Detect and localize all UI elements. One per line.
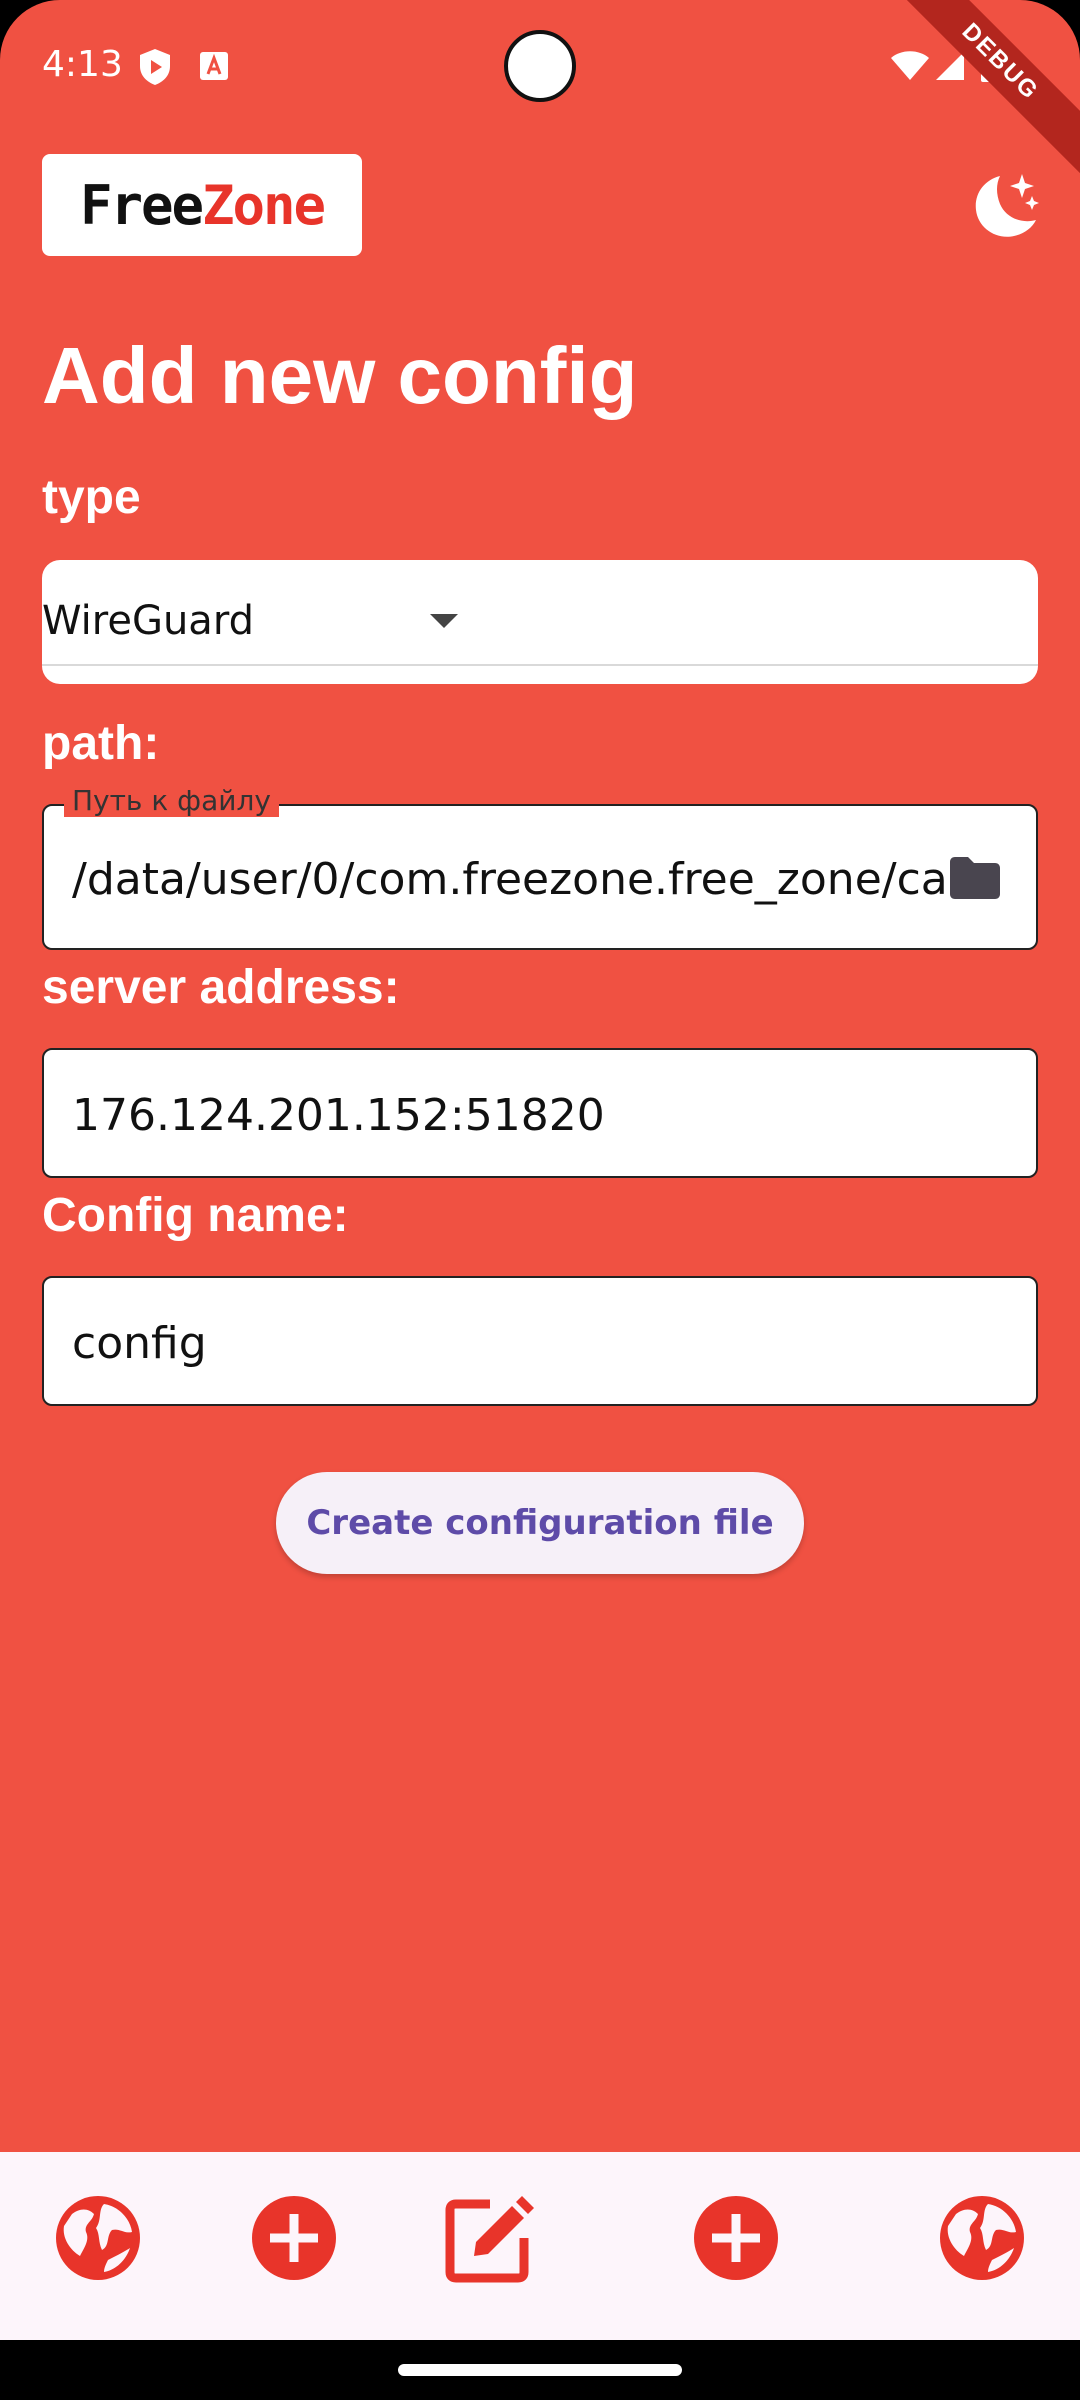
front-camera bbox=[504, 30, 576, 102]
wifi-icon bbox=[890, 50, 930, 87]
caret-down-icon bbox=[428, 612, 460, 635]
app-screen: 4:13 DEBUG Free Zone Add new config type… bbox=[0, 0, 1080, 2400]
path-field[interactable]: Путь к файлу /data/user/0/com.freezone.f… bbox=[42, 784, 1038, 950]
server-address-field[interactable]: 176.124.201.152:51820 bbox=[42, 1048, 1038, 1178]
nav-globe-right[interactable] bbox=[934, 2190, 1030, 2286]
moon-stars-icon bbox=[966, 174, 1042, 248]
nav-add-right[interactable] bbox=[688, 2190, 784, 2286]
config-name-label: Config name: bbox=[42, 1189, 349, 1242]
folder-icon[interactable] bbox=[948, 856, 1002, 905]
path-value: /data/user/0/com.freezone.free_zone/cac bbox=[72, 854, 952, 905]
logo-text-zone: Zone bbox=[202, 173, 326, 237]
add-circle-icon bbox=[246, 2196, 342, 2290]
nav-add-left[interactable] bbox=[246, 2190, 342, 2286]
globe-icon bbox=[934, 2196, 1030, 2290]
home-indicator[interactable] bbox=[398, 2364, 682, 2376]
edit-icon bbox=[442, 2196, 538, 2290]
path-floating-label: Путь к файлу bbox=[64, 784, 279, 817]
freezone-logo: Free Zone bbox=[42, 154, 362, 256]
add-circle-icon bbox=[688, 2196, 784, 2290]
nav-edit[interactable] bbox=[442, 2190, 538, 2286]
status-time: 4:13 bbox=[42, 44, 123, 85]
nav-globe-left[interactable] bbox=[50, 2190, 146, 2286]
create-config-button[interactable]: Create configuration file bbox=[276, 1472, 804, 1574]
globe-icon bbox=[50, 2196, 146, 2290]
status-bar: 4:13 DEBUG bbox=[0, 0, 1080, 184]
server-address-label: server address: bbox=[42, 961, 400, 1014]
type-selected-value: WireGuard bbox=[42, 598, 254, 644]
page-title: Add new config bbox=[42, 331, 638, 420]
server-address-value: 176.124.201.152:51820 bbox=[72, 1090, 605, 1141]
debug-banner: DEBUG bbox=[878, 0, 1080, 184]
config-name-field[interactable]: config bbox=[42, 1276, 1038, 1406]
type-label: type bbox=[42, 471, 141, 524]
signal-icon bbox=[934, 50, 966, 87]
config-name-value: config bbox=[72, 1318, 207, 1369]
logo-text-free: Free bbox=[79, 173, 204, 237]
theme-toggle-button[interactable] bbox=[966, 168, 1042, 244]
bottom-nav bbox=[0, 2152, 1080, 2340]
type-dropdown[interactable]: WireGuard bbox=[42, 560, 1038, 684]
shield-play-icon bbox=[138, 48, 172, 91]
path-label: path: bbox=[42, 717, 160, 770]
dropdown-underline bbox=[42, 664, 1038, 666]
translate-icon bbox=[198, 50, 230, 87]
